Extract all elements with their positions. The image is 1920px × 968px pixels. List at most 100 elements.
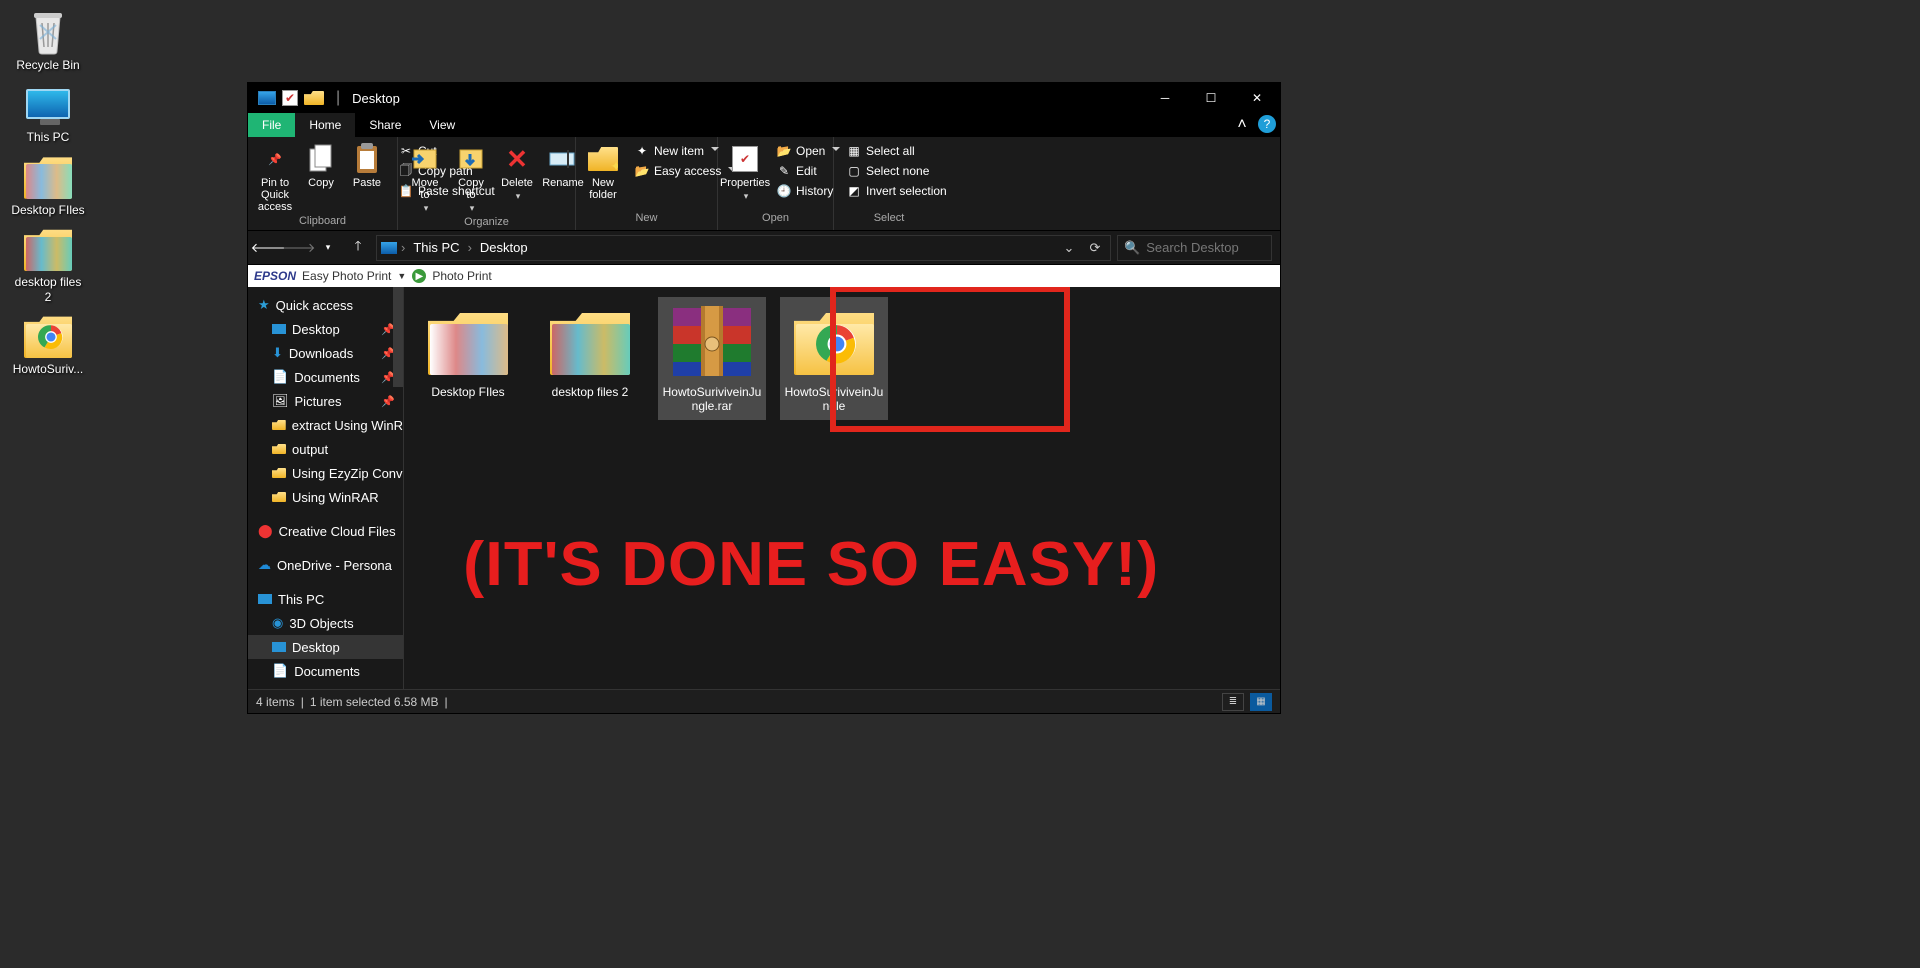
- folder-small-icon: [272, 468, 286, 478]
- desktop-icons-area: Recycle Bin This PC Desktop FIles deskto…: [0, 0, 96, 384]
- tab-home[interactable]: Home: [295, 113, 355, 137]
- help-button[interactable]: ?: [1258, 115, 1276, 133]
- new-folder-button[interactable]: ✦New folder: [582, 141, 624, 203]
- tree-desktop[interactable]: Desktop📌: [248, 317, 403, 341]
- maximize-button[interactable]: ☐: [1188, 83, 1234, 113]
- tree-quick-access[interactable]: ★Quick access: [248, 293, 403, 317]
- tree-winrar[interactable]: Using WinRAR: [248, 485, 403, 509]
- file-list[interactable]: Desktop FIles desktop files 2 HowtoSuriv…: [404, 287, 1280, 689]
- edit-icon: ✎: [776, 163, 792, 179]
- folder-chrome-icon: [789, 303, 879, 381]
- new-item-icon: ✦: [634, 143, 650, 159]
- paste-icon: [351, 143, 383, 175]
- new-folder-qat-icon[interactable]: [304, 91, 324, 105]
- paste-button[interactable]: Paste: [346, 141, 388, 191]
- nav-toolbar: 🡐 🡒 ▾ 🡑 › This PC › Desktop ⌄ ⟳ 🔍 Search…: [248, 231, 1280, 265]
- tree-ezyzip[interactable]: Using EzyZip Conv: [248, 461, 403, 485]
- status-bar: 4 items | 1 item selected 6.58 MB | ≣ ▦: [248, 689, 1280, 713]
- documents-icon: 📄: [272, 663, 288, 679]
- back-button[interactable]: 🡐: [256, 236, 280, 260]
- select-none-button[interactable]: ▢Select none: [840, 161, 953, 181]
- desktop-files-2-folder[interactable]: desktop files 2: [10, 225, 86, 304]
- folder-icon: [24, 225, 72, 273]
- titlebar[interactable]: ✔ | Desktop ─ ☐ ✕: [248, 83, 1280, 113]
- file-item-rar[interactable]: HowtoSuriviveinJungle.rar: [658, 297, 766, 420]
- window-title: Desktop: [352, 91, 400, 106]
- rename-icon: [547, 143, 579, 175]
- delete-button[interactable]: ✕Delete: [496, 141, 538, 204]
- move-to-button[interactable]: Move to: [404, 141, 446, 216]
- tree-documents-2[interactable]: 📄Documents: [248, 659, 403, 683]
- file-item-desktop-files-2[interactable]: desktop files 2: [536, 297, 644, 405]
- tab-file[interactable]: File: [248, 113, 295, 137]
- file-item-howto-folder[interactable]: HowtoSuriviveinJungle: [780, 297, 888, 420]
- pictures-icon: 🖼: [272, 393, 289, 409]
- tree-creative-cloud[interactable]: ⬤Creative Cloud Files: [248, 519, 403, 543]
- 3d-objects-icon: ◉: [272, 615, 283, 631]
- onedrive-icon: ☁: [258, 557, 271, 573]
- address-bar[interactable]: › This PC › Desktop ⌄ ⟳: [376, 235, 1111, 261]
- up-button[interactable]: 🡑: [346, 236, 370, 260]
- status-selection: 1 item selected 6.58 MB: [310, 695, 439, 709]
- location-icon: [381, 242, 397, 254]
- epson-photo-print[interactable]: Photo Print: [432, 269, 491, 283]
- pin-icon: 📌: [381, 323, 395, 336]
- desktop-small-icon: [272, 642, 286, 652]
- group-clipboard: 📌Pin to Quick access Copy Paste ✂Cut 🗍Co…: [248, 137, 398, 230]
- tree-extract-using-winrar[interactable]: extract Using WinR: [248, 413, 403, 437]
- collapse-ribbon-button[interactable]: ˄: [1232, 113, 1252, 137]
- desktop-files-folder[interactable]: Desktop FIles: [10, 153, 86, 217]
- this-pc[interactable]: This PC: [10, 80, 86, 144]
- folder-small-icon: [272, 492, 286, 502]
- tree-pictures[interactable]: 🖼Pictures📌: [248, 389, 403, 413]
- large-icons-view-button[interactable]: ▦: [1250, 693, 1272, 711]
- tree-documents[interactable]: 📄Documents📌: [248, 365, 403, 389]
- folder-icon: [24, 153, 72, 201]
- minimize-button[interactable]: ─: [1142, 83, 1188, 113]
- window-icon: [258, 91, 276, 105]
- properties-qat-icon[interactable]: ✔: [282, 90, 298, 106]
- breadcrumb-desktop[interactable]: Desktop: [476, 240, 532, 255]
- close-button[interactable]: ✕: [1234, 83, 1280, 113]
- epson-easy-print[interactable]: Easy Photo Print: [302, 269, 391, 283]
- howto-folder[interactable]: HowtoSuriv...: [10, 312, 86, 376]
- search-box[interactable]: 🔍 Search Desktop: [1117, 235, 1272, 261]
- tree-output[interactable]: output: [248, 437, 403, 461]
- delete-icon: ✕: [501, 143, 533, 175]
- properties-button[interactable]: ✔Properties: [724, 141, 766, 204]
- forward-button[interactable]: 🡒: [286, 236, 310, 260]
- details-view-button[interactable]: ≣: [1222, 693, 1244, 711]
- copy-button[interactable]: Copy: [300, 141, 342, 191]
- select-all-icon: ▦: [846, 143, 862, 159]
- folder-small-icon: [272, 420, 286, 430]
- tree-desktop-2[interactable]: Desktop: [248, 635, 403, 659]
- navigation-pane[interactable]: ★Quick access Desktop📌 ⬇Downloads📌 📄Docu…: [248, 287, 404, 689]
- tab-share[interactable]: Share: [355, 113, 415, 137]
- status-separator: |: [445, 695, 448, 709]
- folder-small-icon: [272, 444, 286, 454]
- copy-to-button[interactable]: Copy to: [450, 141, 492, 216]
- select-all-button[interactable]: ▦Select all: [840, 141, 953, 161]
- tree-this-pc[interactable]: This PC: [248, 587, 403, 611]
- copy-to-icon: [455, 143, 487, 175]
- breadcrumb-this-pc[interactable]: This PC: [409, 240, 463, 255]
- epson-brand: EPSON: [254, 269, 296, 283]
- address-dropdown-button[interactable]: ⌄: [1058, 240, 1080, 256]
- refresh-button[interactable]: ⟳: [1084, 240, 1106, 256]
- pin-quick-access-button[interactable]: 📌Pin to Quick access: [254, 141, 296, 215]
- open-icon: 📂: [776, 143, 792, 159]
- folder-thumb-icon: [545, 303, 635, 381]
- tree-onedrive[interactable]: ☁OneDrive - Persona: [248, 553, 403, 577]
- explorer-body: ★Quick access Desktop📌 ⬇Downloads📌 📄Docu…: [248, 287, 1280, 689]
- desktop-icon-label: desktop files 2: [10, 275, 86, 304]
- tree-3d-objects[interactable]: ◉3D Objects: [248, 611, 403, 635]
- recycle-bin[interactable]: Recycle Bin: [10, 8, 86, 72]
- group-open: ✔Properties 📂Open ✎Edit 🕘History Open: [718, 137, 834, 230]
- tab-view[interactable]: View: [415, 113, 469, 137]
- ribbon: 📌Pin to Quick access Copy Paste ✂Cut 🗍Co…: [248, 137, 1280, 231]
- invert-selection-button[interactable]: ◩Invert selection: [840, 181, 953, 201]
- select-none-icon: ▢: [846, 163, 862, 179]
- recent-locations-button[interactable]: ▾: [316, 236, 340, 260]
- file-item-desktop-files[interactable]: Desktop FIles: [414, 297, 522, 405]
- tree-downloads[interactable]: ⬇Downloads📌: [248, 341, 403, 365]
